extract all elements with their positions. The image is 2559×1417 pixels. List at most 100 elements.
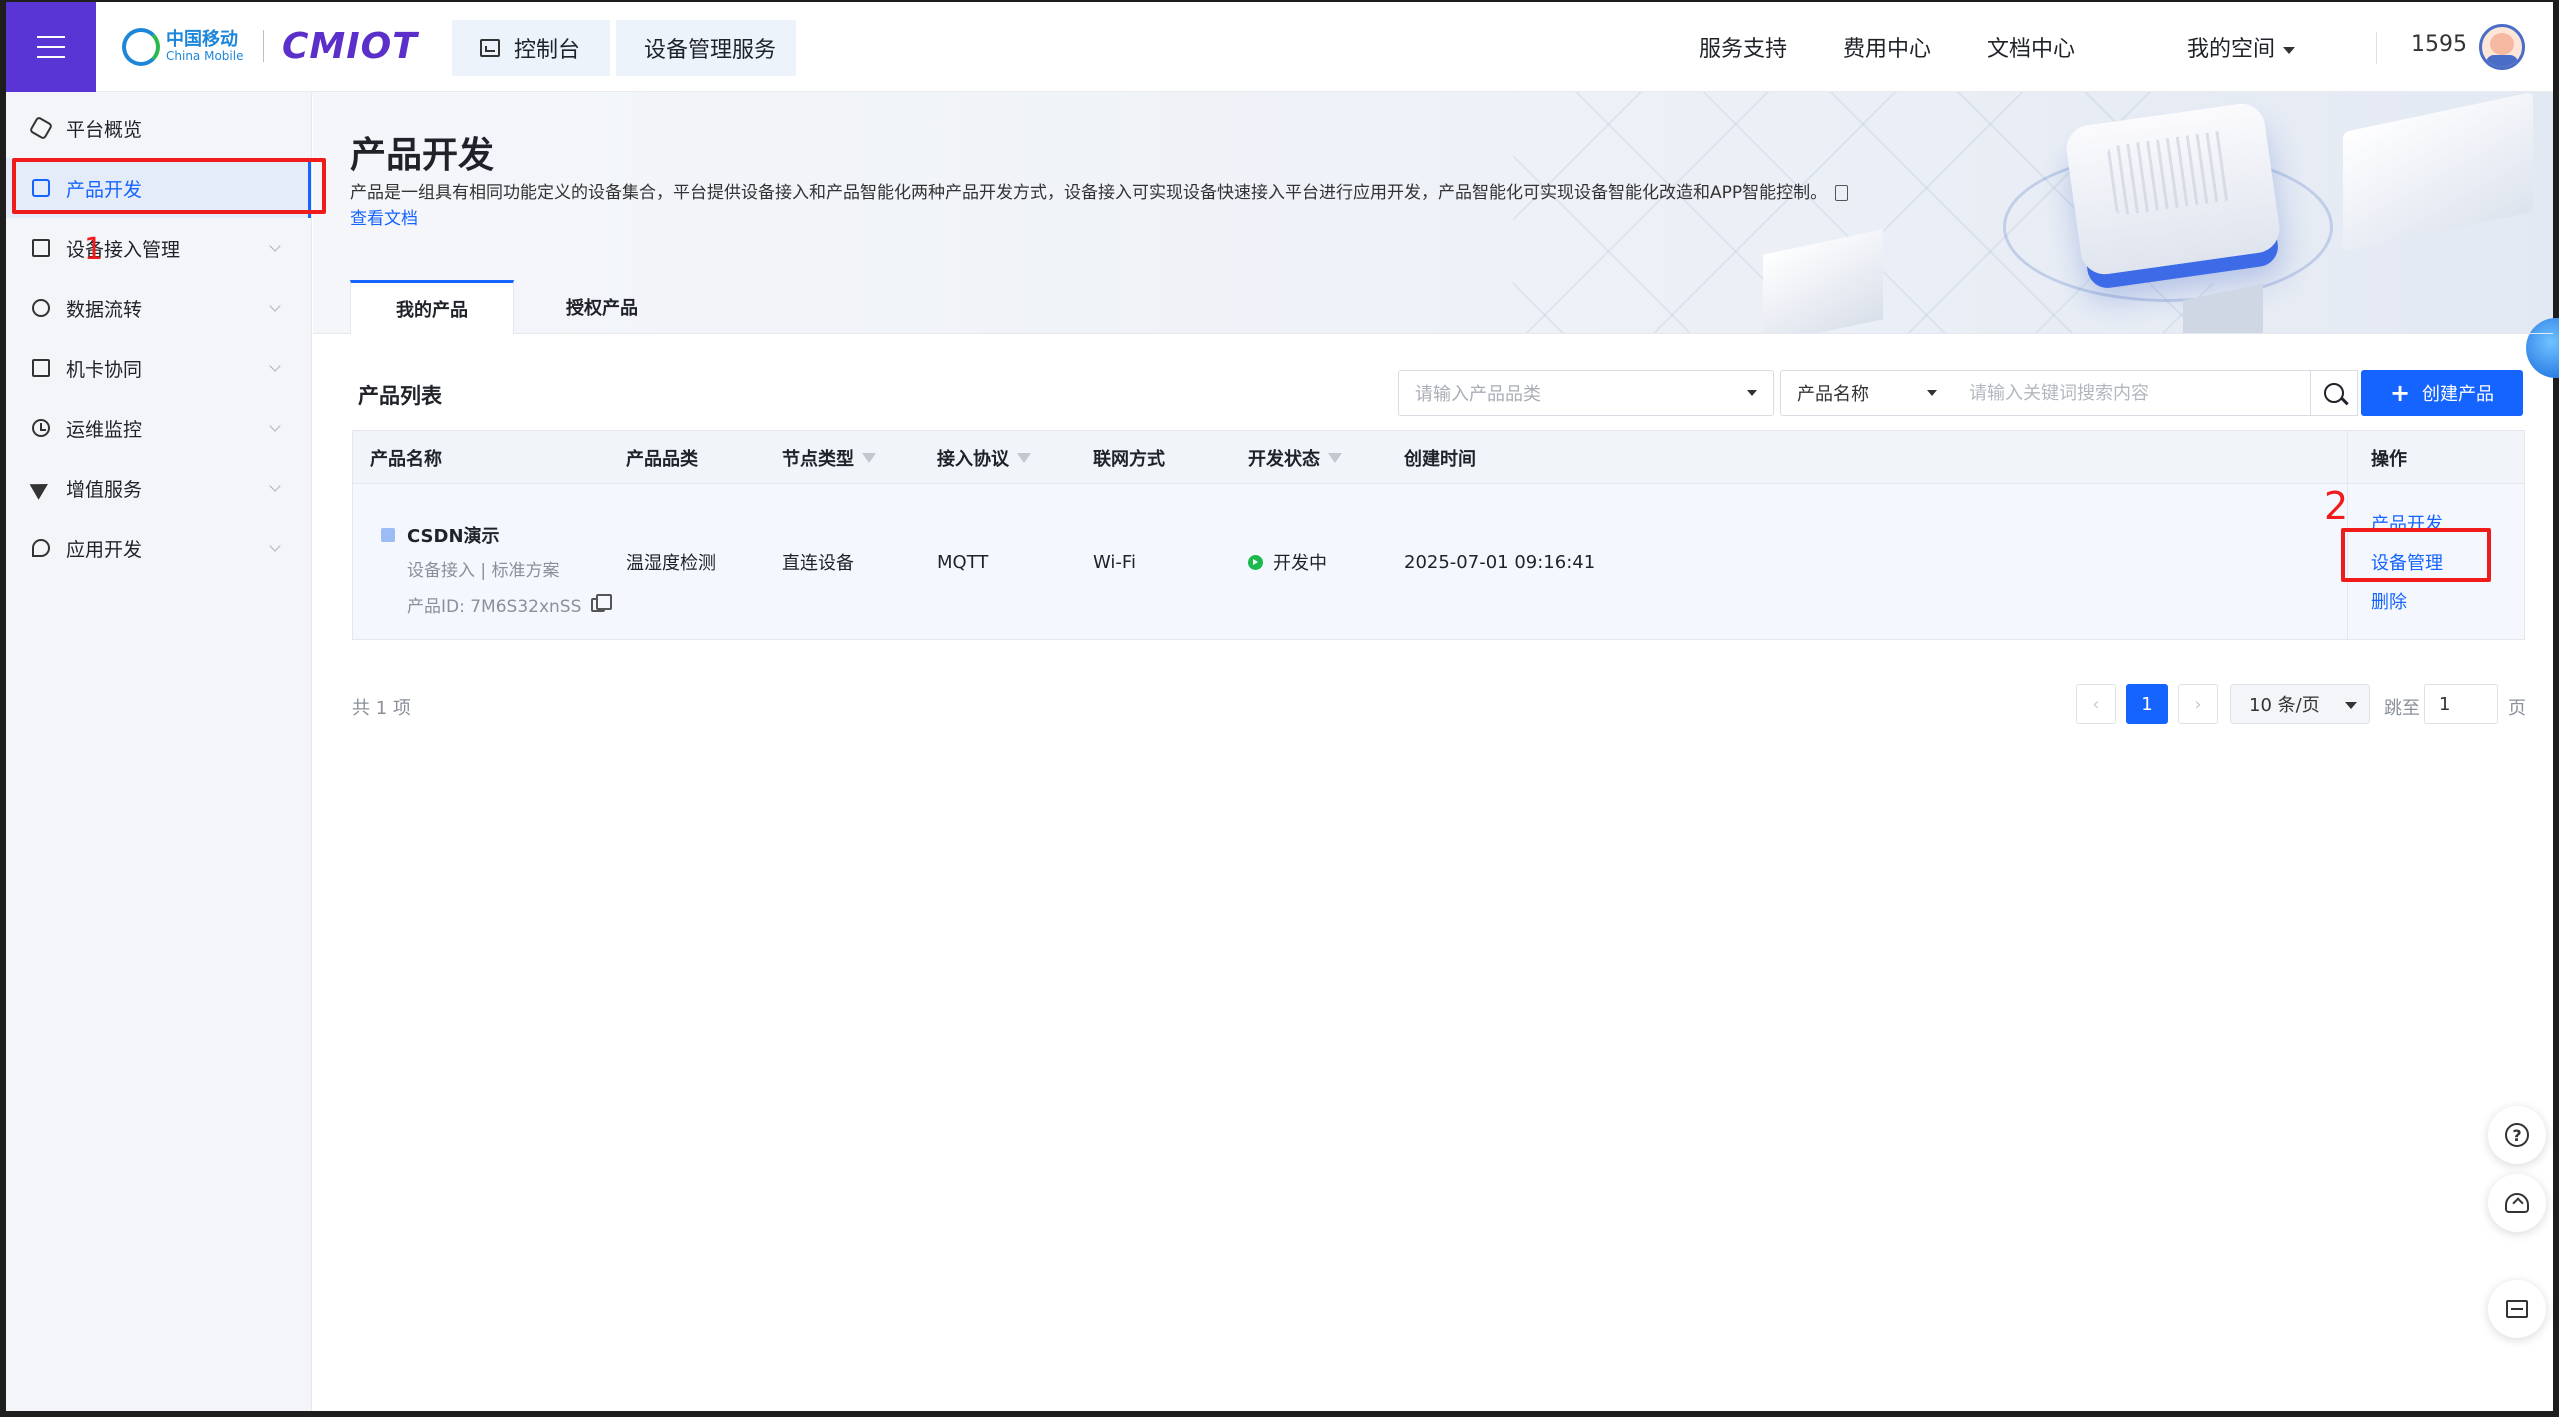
jump-page-input[interactable]	[2424, 684, 2498, 724]
col-node-type[interactable]: 节点类型	[782, 431, 876, 485]
product-icon	[381, 528, 395, 542]
category-select[interactable]: 请输入产品品类	[1398, 370, 1774, 416]
col-protocol-label: 接入协议	[937, 449, 1009, 470]
cell-protocol: MQTT	[937, 551, 989, 573]
breadcrumb-device-service[interactable]: 设备管理服务	[616, 20, 796, 76]
search-field-select[interactable]: 产品名称	[1780, 370, 1954, 416]
menu-toggle-button[interactable]	[6, 2, 96, 92]
filter-icon[interactable]	[862, 453, 876, 463]
view-docs-link[interactable]: 查看文档	[350, 206, 1970, 232]
value-added-icon	[29, 476, 53, 500]
sidebar-item-ops-monitor[interactable]: 运维监控	[6, 398, 311, 458]
keyword-search-input[interactable]	[1953, 370, 2311, 416]
col-dev-status[interactable]: 开发状态	[1248, 431, 1342, 485]
nav-my-space-label: 我的空间	[2186, 37, 2275, 62]
banner-block-decoration	[2343, 92, 2533, 253]
cmiot-logo[interactable]: CMIOT	[282, 26, 418, 67]
chevron-down-icon	[269, 360, 281, 372]
filter-icon[interactable]	[1328, 453, 1342, 463]
collapse-button[interactable]	[2488, 1280, 2546, 1338]
search-field-value: 产品名称	[1797, 384, 1869, 405]
sidebar-item-device-access[interactable]: 设备接入管理	[6, 218, 311, 278]
breadcrumb-console-label: 控制台	[514, 38, 581, 63]
description-text: 产品是一组具有相同功能定义的设备集合，平台提供设备接入和产品智能化两种产品开发方…	[350, 183, 1828, 203]
chevron-down-icon	[269, 480, 281, 492]
sidebar-item-platform-overview[interactable]: 平台概览	[6, 98, 311, 158]
filter-icon[interactable]	[1017, 453, 1031, 463]
sidebar-item-value-added[interactable]: 增值服务	[6, 458, 311, 518]
cell-network: Wi-Fi	[1093, 551, 1136, 573]
page-size-value: 10 条/页	[2249, 695, 2320, 716]
nav-my-space[interactable]: 我的空间	[2131, 31, 2295, 63]
chevron-down-icon	[269, 540, 281, 552]
china-mobile-emblem-icon	[122, 28, 160, 66]
sidebar-item-label: 运维监控	[66, 418, 143, 441]
sidebar: 平台概览 产品开发 设备接入管理 数据流转 机卡协同 运维监控 增值服务 应用开…	[6, 92, 312, 1411]
table-header: 产品名称 产品品类 节点类型 接入协议 联网方式 开发状态 创建时间 操作	[352, 430, 2525, 484]
cloud-upload-icon	[2505, 1193, 2529, 1213]
product-list-title: 产品列表	[358, 384, 442, 408]
nav-billing-center[interactable]: 费用中心	[1843, 31, 1931, 63]
page-description: 产品是一组具有相同功能定义的设备集合，平台提供设备接入和产品智能化两种产品开发方…	[350, 180, 1970, 232]
sidebar-item-card-sync[interactable]: 机卡协同	[6, 338, 311, 398]
sidebar-item-label: 增值服务	[66, 478, 143, 501]
minimize-icon	[2506, 1300, 2528, 1318]
nav-divider	[2376, 32, 2377, 64]
col-created-time: 创建时间	[1404, 449, 1476, 470]
nav-doc-center[interactable]: 文档中心	[1987, 31, 2075, 63]
total-count: 共 1 项	[352, 698, 411, 719]
hamburger-icon	[37, 36, 65, 58]
status-running-icon	[1248, 554, 1263, 570]
col-dev-status-label: 开发状态	[1248, 449, 1320, 470]
page-unit-label: 页	[2508, 698, 2526, 719]
col-category: 产品品类	[626, 449, 698, 470]
cell-created-time: 2025-07-01 09:16:41	[1404, 551, 1596, 573]
create-product-label: 创建产品	[2422, 384, 2495, 405]
user-id[interactable]: 1595	[2411, 32, 2467, 57]
search-icon	[2323, 383, 2344, 403]
page-number-current[interactable]: 1	[2126, 684, 2168, 724]
create-product-button[interactable]: + 创建产品	[2361, 370, 2523, 416]
col-protocol[interactable]: 接入协议	[937, 431, 1031, 485]
product-name[interactable]: CSDN演示	[407, 522, 500, 548]
product-id: 产品ID: 7M6S32xnSS	[407, 592, 613, 617]
cell-node-type: 直连设备	[782, 553, 854, 574]
platform-overview-icon	[28, 115, 54, 141]
next-page-button[interactable]: ›	[2178, 684, 2218, 724]
avatar[interactable]	[2479, 24, 2525, 70]
sidebar-item-label: 机卡协同	[66, 358, 143, 381]
cell-category: 温湿度检测	[626, 553, 716, 574]
annotation-number: 1	[84, 232, 104, 267]
breadcrumb-console[interactable]: 控制台	[452, 20, 610, 76]
china-mobile-logo[interactable]: 中国移动 China Mobile	[122, 28, 243, 66]
sidebar-item-data-flow[interactable]: 数据流转	[6, 278, 311, 338]
nav-service-support[interactable]: 服务支持	[1699, 31, 1787, 63]
caret-down-icon	[2345, 702, 2357, 709]
search-button[interactable]	[2310, 370, 2358, 416]
col-actions: 操作	[2371, 449, 2407, 470]
iot-device-illustration	[2063, 100, 2283, 278]
plus-icon: +	[2389, 379, 2411, 407]
action-delete-link[interactable]: 删除	[2371, 588, 2407, 614]
col-network: 联网方式	[1093, 449, 1165, 470]
table-row: CSDN演示 设备接入 | 标准方案 产品ID: 7M6S32xnSS 温湿度检…	[352, 430, 2525, 640]
sidebar-item-label: 平台概览	[66, 118, 143, 141]
tab-my-products[interactable]: 我的产品	[350, 280, 514, 334]
page-size-select[interactable]: 10 条/页	[2230, 684, 2370, 724]
tab-authorized-products[interactable]: 授权产品	[520, 280, 684, 334]
card-sync-icon	[32, 359, 50, 377]
logo-cn-text: 中国移动	[166, 29, 238, 51]
jump-label: 跳至	[2384, 698, 2420, 719]
product-table: 产品名称 产品品类 节点类型 接入协议 联网方式 开发状态 创建时间 操作 CS…	[352, 430, 2525, 640]
sidebar-item-label: 应用开发	[66, 538, 143, 561]
cloud-upload-button[interactable]	[2488, 1174, 2546, 1232]
product-access-type: 设备接入 | 标准方案	[407, 561, 560, 581]
help-button[interactable]: ?	[2488, 1106, 2546, 1164]
sidebar-item-app-dev[interactable]: 应用开发	[6, 518, 311, 578]
copy-icon[interactable]	[591, 593, 613, 612]
console-icon	[480, 39, 500, 57]
annotation-highlight-box	[12, 158, 326, 214]
product-id-text: 产品ID: 7M6S32xnSS	[407, 597, 582, 617]
status-badge: 开发中	[1273, 553, 1327, 574]
prev-page-button[interactable]: ‹	[2076, 684, 2116, 724]
